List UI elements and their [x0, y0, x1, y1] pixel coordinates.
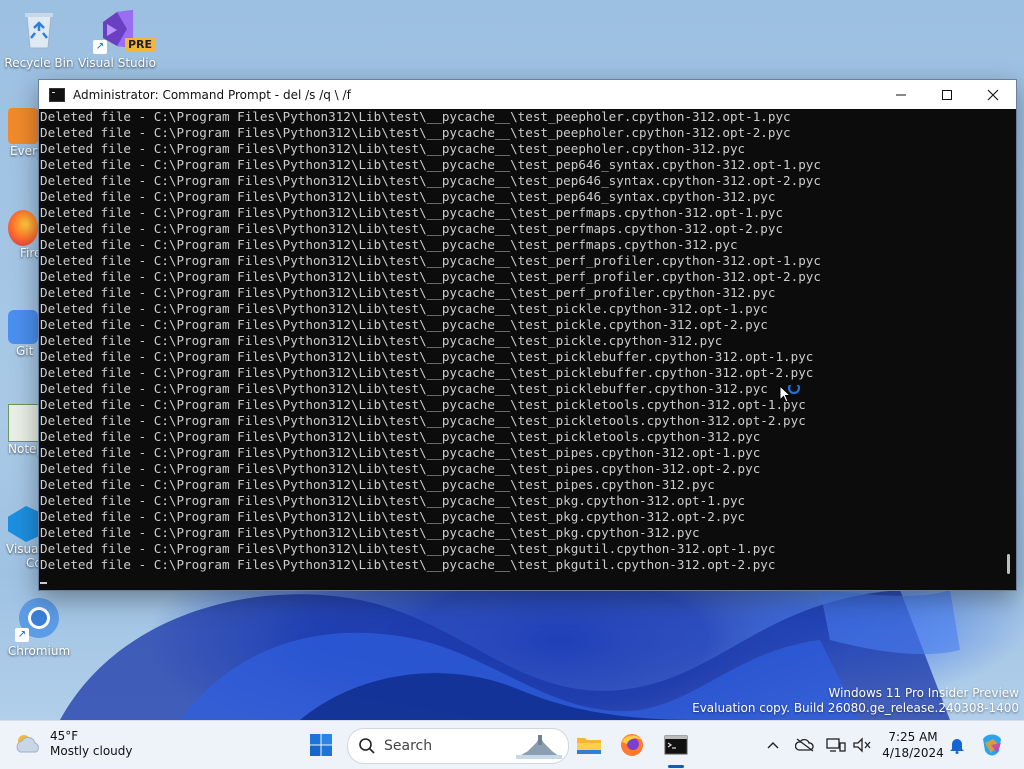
cmd-icon — [49, 87, 65, 102]
console-line: Deleted file - C:\Program Files\Python31… — [40, 349, 814, 364]
console-line: Deleted file - C:\Program Files\Python31… — [40, 461, 761, 476]
partial-label-git: Git — [16, 344, 34, 358]
console-line: Deleted file - C:\Program Files\Python31… — [40, 381, 768, 396]
text-cursor — [40, 582, 47, 584]
weather-condition: Mostly cloudy — [50, 744, 133, 758]
clock-date: 4/18/2024 — [882, 746, 944, 760]
close-button[interactable] — [970, 80, 1016, 109]
console-line: Deleted file - C:\Program Files\Python31… — [40, 269, 821, 284]
git-icon — [8, 310, 38, 344]
evaluation-watermark: Windows 11 Pro Insider Preview Evaluatio… — [692, 686, 1019, 716]
everything-icon — [8, 108, 38, 144]
cloud-sun-icon — [16, 735, 39, 753]
console-line: Deleted file - C:\Program Files\Python31… — [40, 525, 700, 540]
windows-logo-icon — [310, 734, 332, 756]
notepad-icon — [8, 404, 40, 442]
notifications-button[interactable] — [946, 733, 968, 757]
taskbar-clock[interactable]: 7:25 AM 4/18/2024 — [880, 729, 946, 761]
pre-badge: PRE — [125, 38, 156, 51]
console-line: Deleted file - C:\Program Files\Python31… — [40, 109, 791, 124]
console-line: Deleted file - C:\Program Files\Python31… — [40, 333, 723, 348]
partial-label-visual: Visual — [6, 542, 42, 556]
firefox-icon — [621, 734, 643, 756]
minimize-button[interactable] — [878, 80, 924, 109]
command-prompt-window[interactable]: Administrator: Command Prompt - del /s /… — [38, 79, 1017, 591]
watermark-line2: Evaluation copy. Build 26080.ge_release.… — [692, 701, 1019, 715]
clock-time: 7:25 AM — [888, 730, 938, 744]
terminal-icon — [664, 735, 688, 755]
copilot-icon — [983, 734, 1001, 756]
console-line: Deleted file - C:\Program Files\Python31… — [40, 541, 776, 556]
console-line: Deleted file - C:\Program Files\Python31… — [40, 413, 806, 428]
console-output[interactable]: Deleted file - C:\Program Files\Python31… — [39, 109, 1000, 589]
vscode-icon — [8, 506, 38, 542]
console-line: Deleted file - C:\Program Files\Python31… — [40, 221, 784, 236]
search-placeholder: Search — [384, 738, 433, 754]
partial-icon-vscode[interactable]: Visual Co — [6, 506, 42, 570]
visual-studio-label: Visual Studio — [78, 56, 156, 70]
recycle-bin-label: Recycle Bin — [4, 56, 74, 70]
search-highlight-icon — [516, 735, 562, 759]
desktop-icon-chromium[interactable]: ↗ Chromium — [0, 596, 78, 658]
network-icon — [826, 738, 846, 752]
console-line: Deleted file - C:\Program Files\Python31… — [40, 141, 746, 156]
taskbar-search-box[interactable]: Search — [347, 728, 569, 764]
partial-icon-firefox[interactable]: Fire — [8, 210, 41, 260]
copilot-button[interactable] — [978, 733, 1006, 757]
cloud-offline-icon — [795, 738, 814, 752]
scrollbar-thumb[interactable] — [1007, 554, 1010, 574]
command-prompt-taskbar-button[interactable] — [660, 729, 692, 761]
console-line: Deleted file - C:\Program Files\Python31… — [40, 477, 715, 492]
console-line: Deleted file - C:\Program Files\Python31… — [40, 125, 791, 140]
chromium-icon: ↗ — [15, 596, 61, 642]
recycle-bin-icon — [17, 8, 61, 52]
console-line: Deleted file - C:\Program Files\Python31… — [40, 429, 761, 444]
firefox-icon — [8, 210, 38, 246]
console-line: Deleted file - C:\Program Files\Python31… — [40, 397, 806, 412]
firefox-taskbar-button[interactable] — [616, 729, 648, 761]
desktop-icon-recycle-bin[interactable]: Recycle Bin — [0, 8, 78, 70]
watermark-line1: Windows 11 Pro Insider Preview — [828, 686, 1019, 700]
folder-icon — [577, 738, 601, 754]
visual-studio-icon: ↗ PRE — [93, 8, 156, 54]
chevron-up-icon — [767, 742, 779, 749]
console-line: Deleted file - C:\Program Files\Python31… — [40, 365, 814, 380]
bell-icon — [950, 739, 964, 754]
chromium-label: Chromium — [7, 644, 71, 658]
onedrive-button[interactable] — [794, 733, 816, 757]
console-line: Deleted file - C:\Program Files\Python31… — [40, 317, 768, 332]
console-line: Deleted file - C:\Program Files\Python31… — [40, 237, 738, 252]
mouse-cursor-icon — [779, 385, 801, 403]
console-line: Deleted file - C:\Program Files\Python31… — [40, 253, 821, 268]
console-line: Deleted file - C:\Program Files\Python31… — [40, 509, 746, 524]
volume-button[interactable] — [851, 733, 873, 757]
console-scrollbar[interactable] — [999, 109, 1016, 589]
weather-temp: 45°F — [50, 729, 79, 743]
shortcut-arrow-icon: ↗ — [15, 628, 29, 642]
maximize-button[interactable] — [924, 80, 970, 109]
title-bar[interactable]: Administrator: Command Prompt - del /s /… — [39, 80, 1016, 109]
console-line: Deleted file - C:\Program Files\Python31… — [40, 493, 746, 508]
network-button[interactable] — [825, 733, 847, 757]
partial-icon-git[interactable]: Git — [8, 310, 38, 358]
weather-widget[interactable]: 45°F Mostly cloudy — [14, 729, 133, 759]
console-line: Deleted file - C:\Program Files\Python31… — [40, 189, 776, 204]
console-line: Deleted file - C:\Program Files\Python31… — [40, 557, 776, 572]
file-explorer-button[interactable] — [573, 729, 605, 761]
speaker-muted-icon — [853, 737, 871, 753]
start-button[interactable] — [305, 729, 337, 761]
show-hidden-icons-button[interactable] — [763, 733, 783, 757]
shortcut-arrow-icon: ↗ — [93, 40, 107, 54]
desktop-icon-visual-studio[interactable]: ↗ PRE Visual Studio — [78, 8, 156, 70]
taskbar: 45°F Mostly cloudy Search 7:25 AM 4/18/2… — [0, 720, 1024, 769]
window-title: Administrator: Command Prompt - del /s /… — [73, 87, 351, 102]
console-line: Deleted file - C:\Program Files\Python31… — [40, 445, 761, 460]
console-line: Deleted file - C:\Program Files\Python31… — [40, 205, 784, 220]
console-line: Deleted file - C:\Program Files\Python31… — [40, 157, 821, 172]
search-icon — [359, 738, 375, 754]
console-line: Deleted file - C:\Program Files\Python31… — [40, 285, 776, 300]
console-line: Deleted file - C:\Program Files\Python31… — [40, 301, 768, 316]
console-line: Deleted file - C:\Program Files\Python31… — [40, 173, 821, 188]
